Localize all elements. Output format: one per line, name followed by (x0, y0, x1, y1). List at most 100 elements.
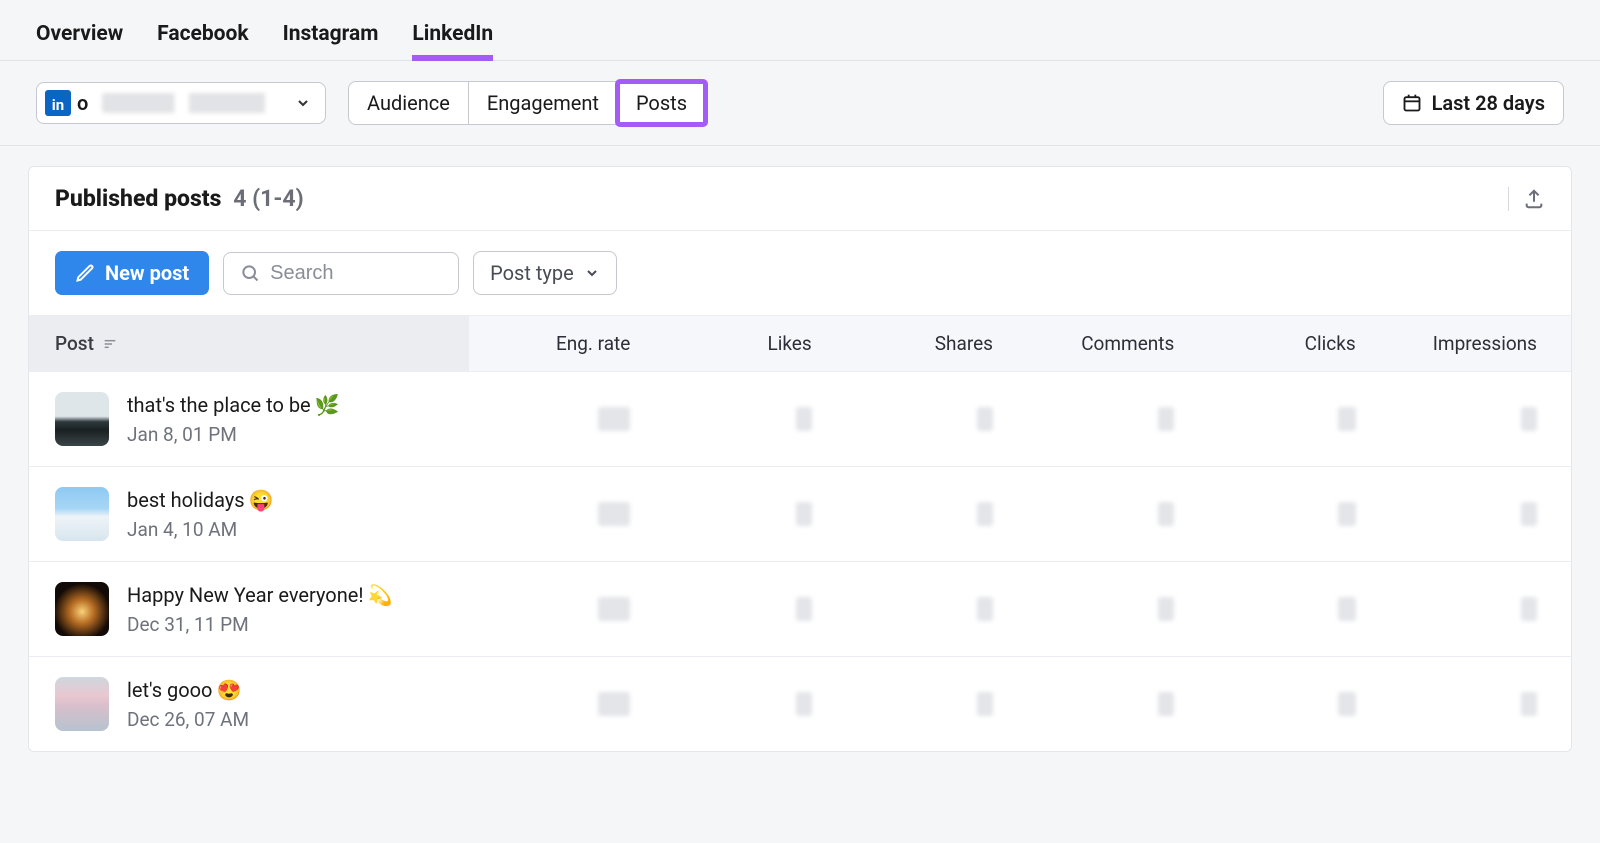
post-emoji: 😍 (216, 678, 241, 702)
value-redacted (1521, 692, 1537, 716)
value-redacted (598, 597, 630, 621)
chevron-down-icon (584, 265, 600, 281)
date-range-label: Last 28 days (1432, 91, 1545, 115)
value-redacted (598, 692, 630, 716)
value-redacted (1338, 597, 1356, 621)
value-redacted (1338, 692, 1356, 716)
value-redacted (977, 692, 993, 716)
cell-post: let's gooo😍 Dec 26, 07 AM (29, 677, 469, 731)
cell-eng-rate (469, 692, 650, 716)
calendar-icon (1402, 93, 1422, 113)
col-clicks[interactable]: Clicks (1194, 316, 1375, 371)
account-name-redacted (102, 93, 283, 113)
post-date: Jan 8, 01 PM (127, 423, 340, 446)
cell-clicks (1194, 502, 1375, 526)
post-emoji: 😜 (249, 488, 274, 512)
cell-clicks (1194, 692, 1375, 716)
post-meta: that's the place to be🌿 Jan 8, 01 PM (127, 393, 340, 446)
linkedin-icon: in (45, 90, 71, 116)
new-post-button[interactable]: New post (55, 251, 209, 295)
tab-facebook[interactable]: Facebook (157, 22, 248, 46)
cell-impressions (1376, 407, 1571, 431)
cell-post: Happy New Year everyone!💫 Dec 31, 11 PM (29, 582, 469, 636)
table-row[interactable]: best holidays😜 Jan 4, 10 AM (29, 467, 1571, 562)
sort-icon (102, 336, 118, 352)
tab-overview[interactable]: Overview (36, 22, 123, 46)
cell-impressions (1376, 502, 1571, 526)
card-count: 4 (1-4) (233, 185, 303, 212)
value-redacted (796, 597, 812, 621)
value-redacted (598, 502, 630, 526)
value-redacted (796, 407, 812, 431)
tab-instagram[interactable]: Instagram (283, 22, 379, 46)
cell-shares (832, 407, 1013, 431)
col-shares[interactable]: Shares (832, 316, 1013, 371)
cell-likes (650, 407, 831, 431)
value-redacted (1158, 597, 1174, 621)
post-title: Happy New Year everyone! (127, 583, 364, 607)
date-range-button[interactable]: Last 28 days (1383, 81, 1564, 125)
segment-audience[interactable]: Audience (349, 82, 469, 124)
post-date: Jan 4, 10 AM (127, 518, 274, 541)
section-tabs: Audience Engagement Posts (348, 81, 706, 125)
col-eng-rate[interactable]: Eng. rate (469, 316, 650, 371)
cell-comments (1013, 407, 1194, 431)
post-title: best holidays (127, 488, 245, 512)
card-title: Published posts 4 (1-4) (55, 185, 304, 212)
post-date: Dec 31, 11 PM (127, 613, 392, 636)
table-row[interactable]: let's gooo😍 Dec 26, 07 AM (29, 657, 1571, 751)
cell-comments (1013, 692, 1194, 716)
cell-eng-rate (469, 597, 650, 621)
cell-post: best holidays😜 Jan 4, 10 AM (29, 487, 469, 541)
chevron-down-icon (295, 95, 311, 111)
post-title: let's gooo (127, 678, 212, 702)
value-redacted (1521, 502, 1537, 526)
pencil-icon (75, 263, 95, 283)
cell-impressions (1376, 692, 1571, 716)
post-type-filter[interactable]: Post type (473, 251, 617, 295)
post-thumbnail (55, 582, 109, 636)
value-redacted (1158, 692, 1174, 716)
new-post-label: New post (105, 261, 189, 285)
col-comments[interactable]: Comments (1013, 316, 1194, 371)
post-thumbnail (55, 392, 109, 446)
value-redacted (598, 407, 630, 431)
col-impressions[interactable]: Impressions (1376, 316, 1571, 371)
cell-eng-rate (469, 502, 650, 526)
value-redacted (796, 692, 812, 716)
post-thumbnail (55, 487, 109, 541)
tab-linkedin[interactable]: LinkedIn (412, 22, 493, 46)
card-title-text: Published posts (55, 185, 221, 212)
sub-bar: in o Audience Engagement Posts Last 28 d… (0, 61, 1600, 146)
segment-engagement[interactable]: Engagement (469, 82, 618, 124)
col-likes[interactable]: Likes (650, 316, 831, 371)
cell-clicks (1194, 597, 1375, 621)
col-post[interactable]: Post (29, 316, 469, 371)
post-date: Dec 26, 07 AM (127, 708, 249, 731)
account-prefix: o (77, 91, 88, 115)
table-row[interactable]: that's the place to be🌿 Jan 8, 01 PM (29, 372, 1571, 467)
table-header: Post Eng. rate Likes Shares Comments Cli… (29, 315, 1571, 372)
value-redacted (977, 597, 993, 621)
search-icon (240, 263, 260, 283)
value-redacted (796, 502, 812, 526)
value-redacted (1158, 502, 1174, 526)
divider (1508, 187, 1509, 211)
post-type-label: Post type (490, 261, 574, 285)
cell-eng-rate (469, 407, 650, 431)
value-redacted (1338, 502, 1356, 526)
cell-shares (832, 502, 1013, 526)
post-meta: let's gooo😍 Dec 26, 07 AM (127, 678, 249, 731)
cell-post: that's the place to be🌿 Jan 8, 01 PM (29, 392, 469, 446)
search-input[interactable] (270, 262, 442, 285)
post-emoji: 🌿 (315, 393, 340, 417)
segment-posts[interactable]: Posts (618, 82, 705, 124)
value-redacted (977, 407, 993, 431)
account-selector[interactable]: in o (36, 82, 326, 124)
cell-clicks (1194, 407, 1375, 431)
search-box[interactable] (223, 252, 459, 295)
export-icon[interactable] (1523, 188, 1545, 210)
cell-shares (832, 692, 1013, 716)
card-header: Published posts 4 (1-4) (29, 167, 1571, 231)
table-row[interactable]: Happy New Year everyone!💫 Dec 31, 11 PM (29, 562, 1571, 657)
